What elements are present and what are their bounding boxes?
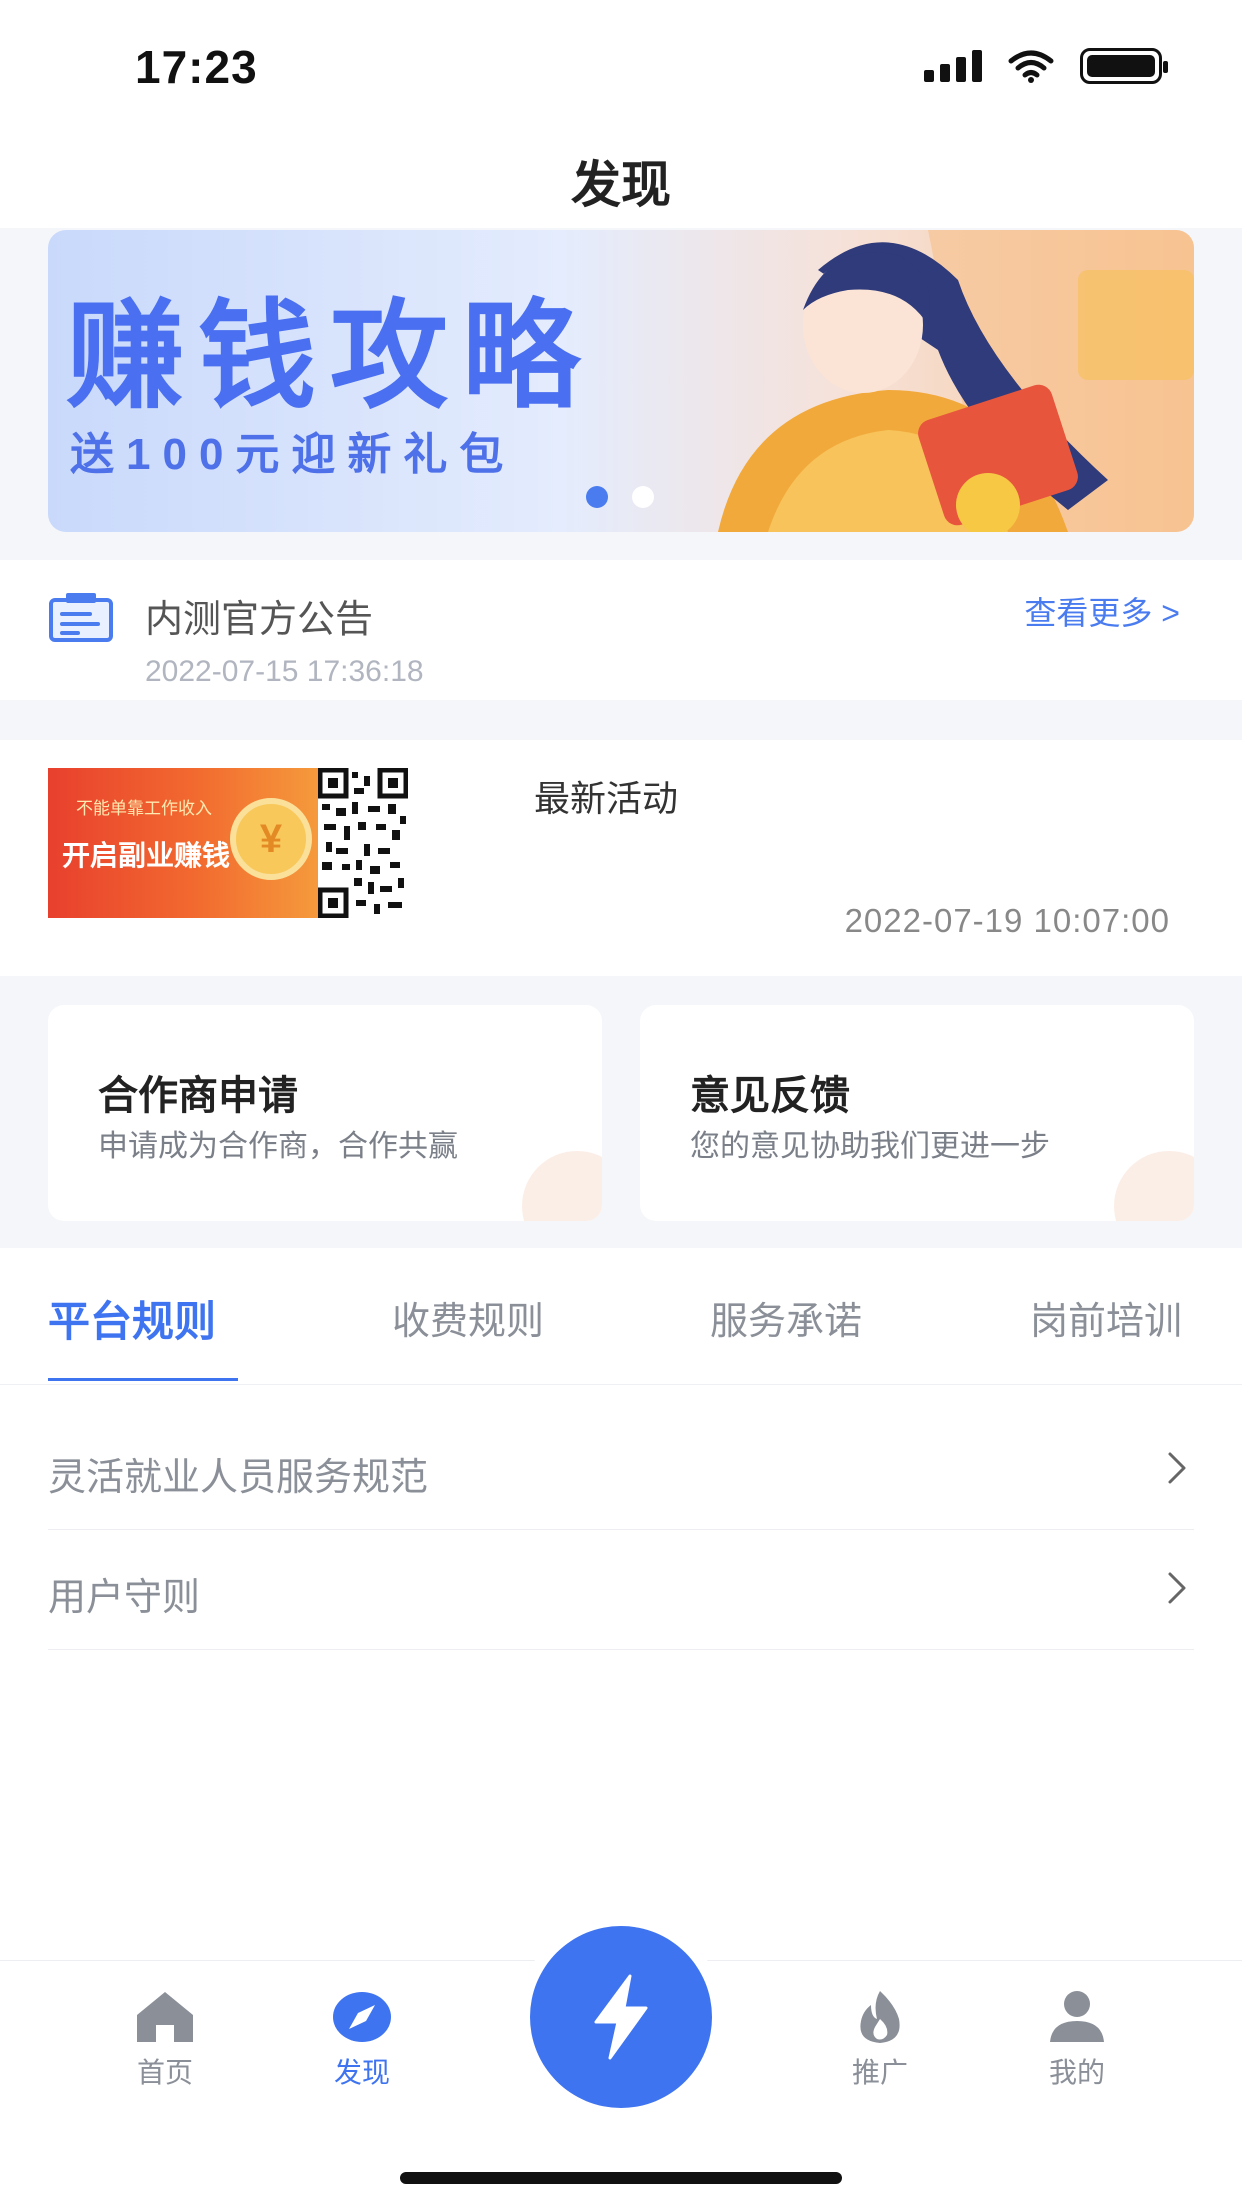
card-title: 合作商申请	[98, 1074, 298, 1118]
rules-tabs: 平台规则 收费规则 服务承诺 岗前培训	[0, 1248, 1242, 1385]
center-action-button[interactable]	[530, 1926, 712, 2108]
announcement-time: 2022-07-15 17:36:18	[145, 655, 424, 688]
lightning-icon	[594, 1974, 648, 2060]
section-divider	[0, 700, 1242, 740]
banner-illustration	[718, 230, 1194, 532]
tab-pre-job-training[interactable]: 岗前培训	[1030, 1290, 1182, 1345]
card-decoration	[522, 1151, 602, 1221]
tab-fee-rules[interactable]: 收费规则	[392, 1290, 544, 1345]
status-bar: 17:23	[0, 0, 1242, 130]
partner-application-card[interactable]: 合作商申请 申请成为合作商，合作共赢	[48, 1005, 602, 1221]
activity-thumbnail: 不能单靠工作收入 开启副业赚钱 ¥	[48, 768, 318, 918]
chevron-right-icon	[1168, 1572, 1186, 1604]
chevron-right-icon	[1168, 1452, 1186, 1484]
announcement-title: 内测官方公告	[145, 599, 374, 641]
card-decoration	[1114, 1151, 1194, 1221]
home-indicator	[400, 2172, 842, 2184]
battery-icon	[1080, 48, 1168, 84]
status-icons	[924, 48, 1168, 84]
activity-image-caption: 不能单靠工作收入	[76, 799, 212, 818]
tabbar-item-discover[interactable]: 发现	[302, 1989, 422, 2091]
tab-platform-rules[interactable]: 平台规则	[48, 1288, 216, 1349]
user-icon	[1050, 1991, 1104, 2042]
list-item-label: 灵活就业人员服务规范	[48, 1457, 429, 1499]
activity-image-heading: 开启副业赚钱	[62, 840, 231, 871]
qr-code-icon	[318, 768, 408, 918]
list-item-label: 用户守则	[48, 1577, 201, 1619]
feedback-card[interactable]: 意见反馈 您的意见协助我们更进一步	[640, 1005, 1194, 1221]
activity-time: 2022-07-19 10:07:00	[844, 902, 1170, 939]
compass-icon	[333, 1992, 391, 2042]
activity-title: 最新活动	[534, 778, 679, 819]
home-icon	[137, 1992, 193, 2042]
tabbar-item-home[interactable]: 首页	[105, 1989, 225, 2091]
page-title: 发现	[571, 157, 671, 213]
tabbar-label: 推广	[851, 2057, 908, 2088]
card-description: 申请成为合作商，合作共赢	[98, 1130, 458, 1163]
announcement-row[interactable]: 内测官方公告 2022-07-15 17:36:18 查看更多 >	[0, 560, 1242, 700]
tabbar-label: 发现	[333, 2057, 390, 2088]
status-time: 17:23	[135, 41, 258, 93]
card-description: 您的意见协助我们更进一步	[690, 1130, 1050, 1163]
promo-banner[interactable]: 赚钱攻略 送100元迎新礼包	[48, 230, 1194, 532]
tabbar-item-mine[interactable]: 我的	[1017, 1989, 1137, 2091]
tabbar-label: 我的	[1048, 2057, 1105, 2088]
active-tab-indicator	[48, 1378, 238, 1381]
banner-dot[interactable]	[586, 486, 608, 508]
wifi-icon	[1008, 50, 1054, 83]
banner-subtitle: 送100元迎新礼包	[70, 430, 516, 479]
card-title: 意见反馈	[690, 1074, 850, 1118]
latest-activity-row[interactable]: 不能单靠工作收入 开启副业赚钱 ¥ 最新活动 2022-07-19 10:07:…	[0, 740, 1242, 976]
tabbar-label: 首页	[136, 2057, 193, 2088]
cellular-signal-icon	[924, 50, 982, 82]
tab-service-promise[interactable]: 服务承诺	[710, 1290, 862, 1345]
tabbar-item-promote[interactable]: 推广	[820, 1989, 940, 2091]
banner-title: 赚钱攻略	[66, 287, 595, 425]
list-item-flexible-employment-standard[interactable]: 灵活就业人员服务规范	[48, 1410, 1194, 1530]
announcement-icon	[49, 593, 113, 642]
banner-pagination	[586, 486, 654, 508]
list-item-user-code[interactable]: 用户守则	[48, 1530, 1194, 1650]
fire-icon	[860, 1991, 900, 2043]
view-more-link[interactable]: 查看更多 >	[1024, 588, 1180, 634]
banner-dot[interactable]	[632, 486, 654, 508]
coin-icon: ¥	[230, 798, 312, 880]
